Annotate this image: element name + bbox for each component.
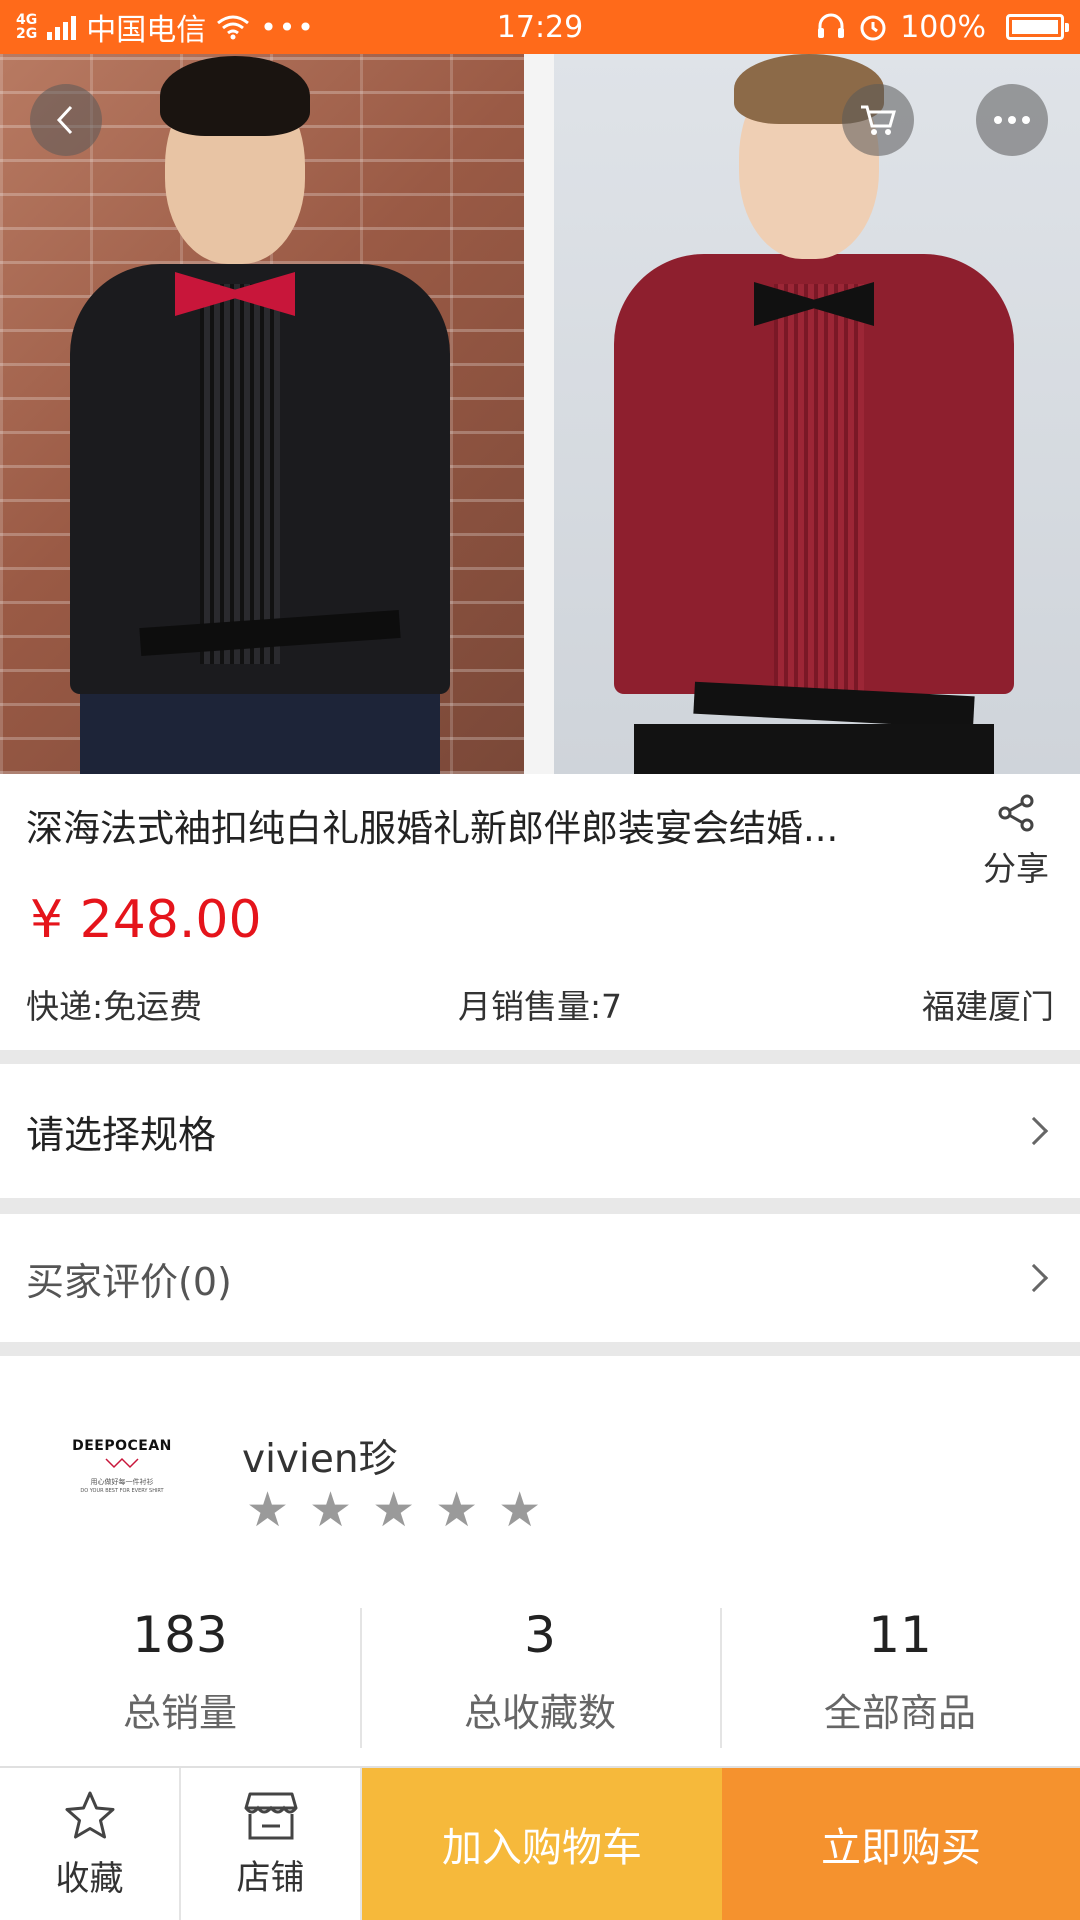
select-spec-label: 请选择规格: [26, 1112, 217, 1157]
stat-label: 全部商品: [823, 1691, 976, 1735]
shop-logo: DEEPOCEAN 用心做好每一件衬衫 DO YOUR BEST FOR EVE…: [72, 1438, 172, 1494]
back-button[interactable]: [30, 84, 102, 156]
divider: [0, 1050, 1080, 1064]
shop-stats: 183 总销量 3 总收藏数 11 全部商品: [0, 1598, 1080, 1748]
select-spec-row[interactable]: 请选择规格: [0, 1064, 1080, 1198]
cart-button[interactable]: [842, 84, 914, 156]
shop-name: vivien珍: [242, 1437, 398, 1482]
stat-label: 总销量: [122, 1691, 237, 1735]
product-photo-red-shirt: [554, 54, 1080, 774]
stat-all-products[interactable]: 11 全部商品: [720, 1598, 1080, 1748]
product-photo-black-shirt: [0, 54, 524, 774]
shop-card[interactable]: DEEPOCEAN 用心做好每一件衬衫 DO YOUR BEST FOR EVE…: [0, 1356, 1080, 1766]
favorite-button[interactable]: 收藏: [0, 1768, 181, 1920]
logo-mark-icon: [105, 1457, 139, 1469]
divider: [0, 1342, 1080, 1356]
cart-icon: [861, 105, 896, 135]
more-dots-icon: [994, 116, 1030, 124]
signal-icon: [47, 14, 77, 40]
battery-icon: [1006, 14, 1069, 40]
favorite-label: 收藏: [55, 1858, 124, 1899]
add-to-cart-button[interactable]: 加入购物车: [362, 1768, 722, 1920]
carrier-name: 中国电信: [86, 13, 207, 48]
stat-total-sales[interactable]: 183 总销量: [0, 1598, 360, 1748]
share-icon: [998, 794, 1034, 832]
wifi-icon: [217, 15, 250, 40]
store-button[interactable]: 店铺: [181, 1768, 362, 1920]
shop-rating: ★ ★ ★ ★ ★: [246, 1486, 541, 1534]
star-icon: ★: [309, 1482, 353, 1538]
product-detail-page: 4G 2G 中国电信 ••• 17:29 100% 深海法式袖扣纯白礼服婚礼新郎…: [0, 0, 1080, 1920]
product-info: 深海法式袖扣纯白礼服婚礼新郎伴郎装宴会结婚... 分享 ¥ 248.00 快递:…: [0, 774, 1080, 1050]
stat-value: 11: [868, 1606, 932, 1664]
star-icon: ★: [435, 1482, 479, 1538]
network-type: 4G 2G: [16, 12, 38, 42]
headset-icon: [818, 13, 845, 38]
product-image-gallery[interactable]: [0, 54, 1080, 774]
divider: [0, 1198, 1080, 1214]
chevron-right-icon: [1019, 1116, 1049, 1146]
stat-value: 183: [132, 1606, 228, 1664]
status-bar: 4G 2G 中国电信 ••• 17:29 100%: [0, 0, 1080, 54]
star-icon: ★: [246, 1482, 290, 1538]
share-button[interactable]: 分享: [976, 794, 1056, 890]
shipping-info: 快递:免运费: [26, 987, 203, 1026]
star-outline-icon: [65, 1791, 114, 1838]
product-meta: 快递:免运费 月销售量:7 福建厦门: [26, 980, 1054, 1028]
product-title: 深海法式袖扣纯白礼服婚礼新郎伴郎装宴会结婚...: [26, 807, 839, 850]
more-options-button[interactable]: [976, 84, 1048, 156]
stat-total-favorites[interactable]: 3 总收藏数: [360, 1598, 720, 1748]
store-icon: [244, 1792, 297, 1839]
buyer-reviews-label: 买家评价(0): [26, 1259, 232, 1304]
monthly-sales: 月销售量:7: [457, 987, 623, 1026]
alarm-icon: [860, 15, 886, 41]
share-label: 分享: [983, 849, 1049, 888]
chevron-right-icon: [1019, 1263, 1049, 1293]
store-label: 店铺: [236, 1857, 305, 1898]
chevron-left-icon: [56, 105, 73, 135]
battery-percent: 100%: [900, 9, 986, 45]
bottom-action-bar: 收藏 店铺 加入购物车 立即购买: [0, 1766, 1080, 1920]
more-notifications-icon: •••: [260, 10, 316, 44]
star-icon: ★: [372, 1482, 416, 1538]
stat-value: 3: [524, 1606, 556, 1664]
buy-now-button[interactable]: 立即购买: [722, 1768, 1080, 1920]
star-icon: ★: [498, 1482, 542, 1538]
stat-label: 总收藏数: [463, 1691, 616, 1735]
ship-location: 福建厦门: [922, 987, 1055, 1026]
product-price: ¥ 248.00: [30, 890, 262, 950]
buyer-reviews-row[interactable]: 买家评价(0): [0, 1214, 1080, 1342]
